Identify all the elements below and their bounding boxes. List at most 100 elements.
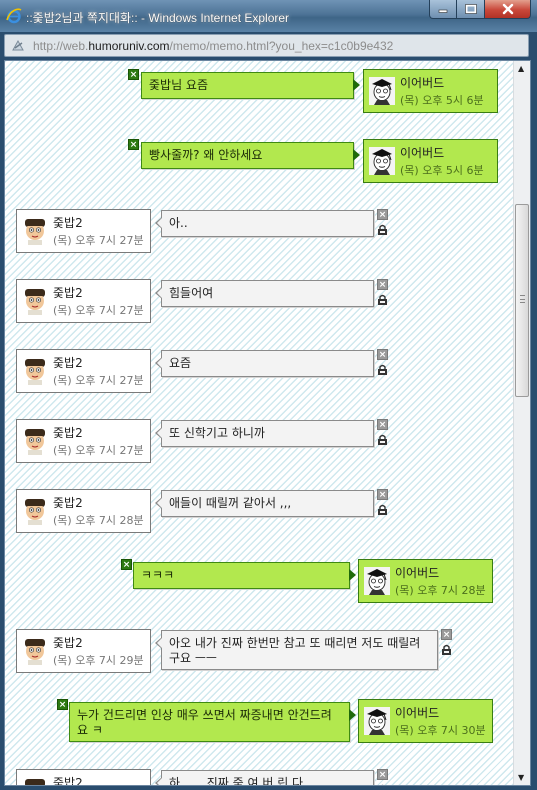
bubble-tail: [155, 637, 162, 649]
delete-message-icon[interactable]: ×: [128, 139, 139, 150]
avatar-icon: [25, 499, 45, 525]
delete-message-icon[interactable]: ×: [377, 279, 388, 290]
avatar-icon: [25, 289, 45, 315]
message-time: (목) 오후 7시 30분: [395, 724, 486, 737]
partner-profile-card[interactable]: 줒밥2 (목) 오후 7시 27분: [16, 349, 151, 393]
message-text: 빵사줄까? 왜 안하세요: [149, 148, 263, 162]
close-button[interactable]: [485, 0, 531, 19]
message-time: (목) 오후 7시 27분: [53, 444, 144, 457]
internet-explorer-icon: [6, 8, 22, 24]
message-row: 줒밥2 (목) 오후 7시 27분 아.. ×: [5, 209, 515, 255]
message-bubble: 애들이 때릴꺼 같아서 ,,,: [155, 490, 374, 517]
block-user-icon[interactable]: [377, 294, 388, 305]
bubble-tail: [155, 217, 162, 229]
block-user-icon[interactable]: [377, 364, 388, 375]
message-row: 줒밥2 (목) 오후 7시 27분 요즘 ×: [5, 349, 515, 395]
block-user-icon[interactable]: [377, 504, 388, 515]
message-text: 요즘: [169, 356, 192, 370]
message-row: 줒밥2 (목) 오후 7시 27분 힘들어여 ×: [5, 279, 515, 325]
message-bubble: 빵사줄까? 왜 안하세요: [141, 142, 360, 169]
avatar-icon: [364, 567, 390, 595]
url-path: /memo/memo.html?you_hex=c1c0b9e432: [169, 39, 394, 53]
scroll-up-icon[interactable]: ▲: [518, 64, 524, 73]
sender-profile-card[interactable]: 이어버드 (목) 오후 7시 30분: [358, 699, 493, 743]
block-user-icon[interactable]: [377, 784, 388, 786]
message-time: (목) 오후 7시 27분: [53, 304, 144, 317]
sender-name: 이어버드: [400, 76, 445, 90]
sender-profile-card[interactable]: 이어버드 (목) 오후 5시 6분: [363, 139, 498, 183]
message-text: ㅋㅋㅋ: [141, 568, 175, 582]
bubble-tail: [155, 497, 162, 509]
memo-page[interactable]: 이어버드 (목) 오후 5시 6분 줒밥님 요즘 × 이어버드 (목) 오후 5시 6분 빵…: [4, 60, 531, 786]
delete-message-icon[interactable]: ×: [121, 559, 132, 570]
window-title: ::줒밥2님과 쪽지대화:: - Windows Internet Explor…: [26, 11, 290, 25]
scroll-down-icon[interactable]: ▼: [518, 773, 524, 782]
close-icon: [502, 3, 513, 15]
message-bubble: 힘들어여: [155, 280, 374, 307]
sender-profile-card[interactable]: 이어버드 (목) 오후 7시 28분: [358, 559, 493, 603]
delete-message-icon[interactable]: ×: [441, 629, 452, 640]
avatar-icon: [369, 147, 395, 175]
bubble-tail: [353, 79, 360, 91]
sender-name: 이어버드: [400, 146, 445, 160]
delete-message-icon[interactable]: ×: [377, 769, 388, 780]
sender-name: 이어버드: [395, 566, 440, 580]
sender-name: 줒밥2: [53, 496, 83, 510]
partner-profile-card[interactable]: 줒밥2 (목) 오후 7시 27분: [16, 209, 151, 253]
partner-profile-card[interactable]: 줒밥2 (목) 오후 7시 29분: [16, 629, 151, 673]
address-bar[interactable]: http://web.humoruniv.com/memo/memo.html?…: [4, 34, 529, 57]
avatar-icon: [25, 639, 45, 665]
message-row: 이어버드 (목) 오후 7시 30분 누가 건드리면 인상 매우 쓰면서 짜증내면 …: [5, 699, 515, 745]
avatar-icon: [25, 429, 45, 455]
avatar-icon: [25, 779, 45, 785]
window-titlebar[interactable]: ::줒밥2님과 쪽지대화:: - Windows Internet Explor…: [0, 0, 537, 32]
block-user-icon[interactable]: [377, 434, 388, 445]
message-text: 아..: [169, 216, 188, 230]
message-time: (목) 오후 7시 29분: [53, 654, 144, 667]
message-bubble: 요즘: [155, 350, 374, 377]
message-text: 줒밥님 요즘: [149, 78, 209, 92]
message-bubble: ㅋㅋㅋ: [133, 562, 356, 589]
partner-profile-card[interactable]: 줒밥2 (목) 오후 7시 27분: [16, 279, 151, 323]
message-time: (목) 오후 7시 27분: [53, 234, 144, 247]
block-user-icon[interactable]: [377, 224, 388, 235]
message-row: 줒밥2 (목) 오후 7시 27분 또 신학기고 하니까 ×: [5, 419, 515, 465]
message-row: 이어버드 (목) 오후 5시 6분 줒밥님 요즘 ×: [5, 69, 515, 115]
minimize-button[interactable]: [429, 0, 457, 19]
scrollbar-thumb[interactable]: [515, 204, 529, 397]
partner-profile-card[interactable]: 줒밥2 (목) 오후 7시 28분: [16, 489, 151, 533]
delete-message-icon[interactable]: ×: [57, 699, 68, 710]
delete-message-icon[interactable]: ×: [377, 419, 388, 430]
sender-name: 줒밥2: [53, 426, 83, 440]
vertical-scrollbar[interactable]: ▲ ▼: [513, 61, 530, 785]
message-time: (목) 오후 7시 28분: [53, 514, 144, 527]
message-list: 이어버드 (목) 오후 5시 6분 줒밥님 요즘 × 이어버드 (목) 오후 5시 6분 빵…: [5, 61, 515, 785]
avatar-icon: [369, 77, 395, 105]
avatar-icon: [364, 707, 390, 735]
maximize-button[interactable]: [457, 0, 485, 19]
bubble-tail: [155, 287, 162, 299]
message-time: (목) 오후 7시 27분: [53, 374, 144, 387]
message-time: (목) 오후 5시 6분: [400, 164, 484, 177]
message-text: 또 신학기고 하니까: [169, 426, 265, 440]
delete-message-icon[interactable]: ×: [377, 489, 388, 500]
message-row: 줒밥2 (목) 오후 7시 28분 애들이 때릴꺼 같아서 ,,, ×: [5, 489, 515, 535]
sender-profile-card[interactable]: 이어버드 (목) 오후 5시 6분: [363, 69, 498, 113]
url-text[interactable]: http://web.humoruniv.com/memo/memo.html?…: [33, 39, 393, 53]
bubble-tail: [155, 357, 162, 369]
sender-name: 줒밥2: [53, 636, 83, 650]
url-prefix: http://web.: [33, 39, 89, 53]
block-user-icon[interactable]: [441, 644, 452, 655]
delete-message-icon[interactable]: ×: [377, 349, 388, 360]
delete-message-icon[interactable]: ×: [128, 69, 139, 80]
partner-profile-card[interactable]: 줒밥2 (목) 오후 7시 27분: [16, 419, 151, 463]
bubble-tail: [349, 569, 356, 581]
partner-profile-card[interactable]: 줒밥2: [16, 769, 151, 785]
delete-message-icon[interactable]: ×: [377, 209, 388, 220]
message-text: 아오 내가 진짜 한번만 참고 또 때리면 저도 때릴려구요 ㅡㅡ: [169, 636, 421, 665]
message-bubble: 하.......진짜 죽.여.버.린.다: [155, 770, 374, 785]
message-bubble: 또 신학기고 하니까: [155, 420, 374, 447]
window-controls: [429, 0, 531, 20]
message-row: 이어버드 (목) 오후 7시 28분 ㅋㅋㅋ ×: [5, 559, 515, 605]
message-bubble: 누가 건드리면 인상 매우 쓰면서 짜증내면 안건드려요 ㅋ: [69, 702, 356, 742]
